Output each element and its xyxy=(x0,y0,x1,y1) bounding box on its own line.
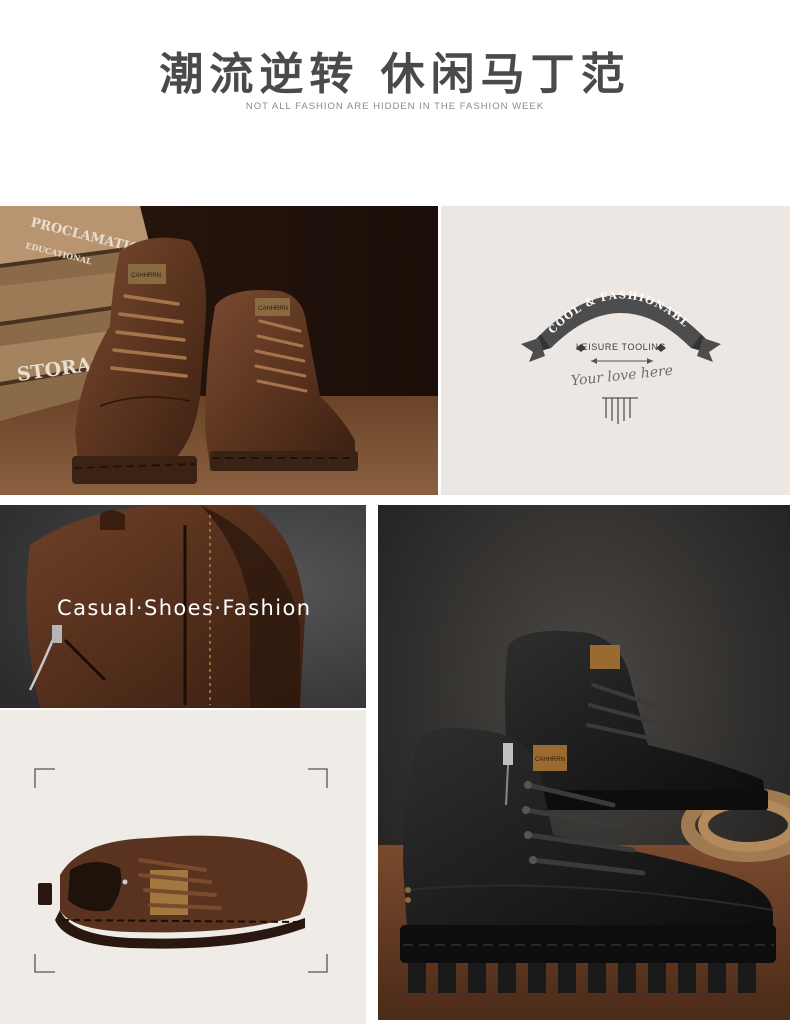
brown-boot-top-view-photo xyxy=(0,710,366,1024)
page-title: 潮流逆转 休闲马丁范 xyxy=(159,49,631,100)
cool-fashionable-badge-panel: COOL & FASHIONABLE LEISURE TOOLING Your … xyxy=(441,206,790,495)
brown-boot-top-view-image xyxy=(34,768,328,973)
black-boot-tag: CAHHRRN xyxy=(535,757,565,763)
black-boots-image: CAHHRRN xyxy=(378,505,790,1020)
brown-boot-heel-photo: Casual·Shoes·Fashion xyxy=(0,505,366,708)
brown-boots-crate-photo: PROCLAMATION EDUCATIONAL STORAGE CAHHRRN… xyxy=(0,206,438,495)
rear-boot-tag: CAHHRRN xyxy=(258,306,288,312)
casual-shoes-fashion-caption: Casual·Shoes·Fashion xyxy=(57,596,312,620)
front-boot-tag: CAHHRRN xyxy=(131,273,161,279)
badge-subtext: LEISURE TOOLING xyxy=(575,342,667,352)
page-header: 潮流逆转 休闲马丁范 NOT ALL FASHION ARE HIDDEN IN… xyxy=(0,0,790,205)
page-subtitle: NOT ALL FASHION ARE HIDDEN IN THE FASHIO… xyxy=(245,101,545,112)
black-boots-photo: CAHHRRN xyxy=(378,505,790,1020)
brown-boots-crate-image: PROCLAMATION EDUCATIONAL STORAGE CAHHRRN… xyxy=(0,206,438,495)
